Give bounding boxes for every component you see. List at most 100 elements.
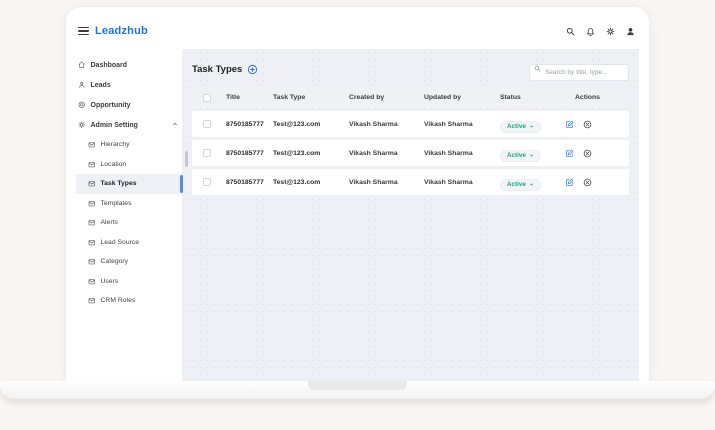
sidebar-item-crm-roles[interactable]: CRM Roles	[76, 291, 182, 311]
sidebar-item-opportunity[interactable]: Opportunity	[76, 95, 182, 115]
column-header-status: Status	[500, 94, 521, 101]
circle-x-icon	[583, 120, 592, 128]
task-types-table: Title Task Type Created by Updated by St…	[192, 87, 629, 195]
column-header-updated-by: Updated by	[424, 94, 462, 101]
search-icon	[534, 65, 541, 72]
page-title: Task Types	[192, 63, 243, 75]
sidebar-item-templates[interactable]: Templates	[76, 194, 182, 214]
cell-updated-by: Vikash Sharma	[424, 149, 473, 157]
sidebar-item-lead-source[interactable]: Lead Source	[76, 233, 182, 253]
row-checkbox[interactable]	[203, 178, 211, 186]
table-search	[529, 61, 629, 81]
sidebar-item-label: Users	[100, 277, 119, 285]
main-content: Task Types Title Task	[183, 49, 639, 381]
table-row: 8750185777 Test@123.com Vikash Sharma Vi…	[192, 140, 629, 166]
brand: Leadzhub	[78, 25, 148, 37]
cell-created-by: Vikash Sharma	[349, 120, 398, 128]
chevron-up-icon	[172, 121, 178, 129]
status-dropdown[interactable]: Active	[500, 178, 541, 191]
edit-button[interactable]	[565, 178, 574, 187]
cell-updated-by: Vikash Sharma	[424, 178, 473, 186]
target-icon	[78, 101, 85, 109]
app-logo: Leadzhub	[95, 25, 148, 37]
search-icon[interactable]	[566, 27, 575, 36]
laptop-notch	[308, 381, 407, 390]
sidebar-item-label: Category	[100, 258, 129, 266]
sidebar-item-label: Location	[100, 160, 127, 168]
sidebar-item-label: Dashboard	[90, 61, 128, 69]
envelope-icon	[88, 298, 95, 304]
status-badge: Active	[507, 123, 526, 130]
column-header-task-type: Task Type	[273, 94, 306, 101]
sidebar-item-admin-setting[interactable]: Admin Setting	[76, 115, 182, 135]
sidebar-item-location[interactable]: Location	[76, 155, 182, 175]
envelope-icon	[88, 181, 95, 187]
status-badge: Active	[507, 181, 526, 188]
plus-circle-icon	[248, 64, 258, 74]
sidebar-item-dashboard[interactable]: Dashboard	[76, 55, 182, 75]
toolbar: Task Types	[192, 59, 629, 81]
table-row: 8750185777 Test@123.com Vikash Sharma Vi…	[192, 111, 629, 137]
envelope-icon	[88, 278, 95, 284]
app-body: Dashboard Leads Opportunity Admin Settin…	[76, 49, 639, 381]
cell-updated-by: Vikash Sharma	[424, 120, 473, 128]
cell-created-by: Vikash Sharma	[349, 149, 398, 157]
add-task-type-button[interactable]	[247, 64, 258, 75]
disable-button[interactable]	[583, 178, 592, 187]
sidebar-item-task-types[interactable]: Task Types	[76, 174, 183, 194]
laptop-base	[0, 381, 715, 399]
envelope-icon	[88, 200, 95, 206]
row-checkbox[interactable]	[203, 149, 211, 157]
search-input[interactable]	[529, 63, 629, 81]
sidebar-item-label: Alerts	[100, 219, 118, 227]
cell-task-type: Test@123.com	[273, 149, 321, 157]
hamburger-menu-icon[interactable]	[78, 26, 89, 36]
sidebar-item-label: Lead Source	[100, 238, 140, 246]
sidebar-item-hierarchy[interactable]: Hierarchy	[76, 135, 182, 155]
circle-x-icon	[583, 178, 592, 186]
row-actions	[565, 120, 629, 129]
sidebar-item-label: CRM Roles	[100, 297, 136, 305]
bell-icon[interactable]	[586, 27, 595, 36]
user-icon	[79, 82, 85, 88]
table-header-row: Title Task Type Created by Updated by St…	[192, 87, 629, 108]
sidebar-item-label: Opportunity	[90, 101, 131, 109]
sidebar-item-leads[interactable]: Leads	[76, 75, 182, 95]
status-dropdown[interactable]: Active	[500, 120, 541, 133]
crm-app: Leadzhub Dashboard Leads Opportunity Adm…	[76, 7, 639, 381]
chevron-down-icon	[529, 125, 533, 128]
disable-button[interactable]	[583, 120, 592, 129]
header-icons	[566, 27, 635, 36]
cell-title: 8750185777	[226, 178, 264, 186]
envelope-icon	[88, 259, 95, 265]
app-header: Leadzhub	[76, 7, 639, 49]
edit-icon	[566, 149, 574, 157]
status-badge: Active	[507, 152, 526, 159]
edit-button[interactable]	[565, 149, 574, 158]
table-row: 8750185777 Test@123.com Vikash Sharma Vi…	[192, 169, 629, 195]
cell-task-type: Test@123.com	[273, 178, 321, 186]
sidebar-item-label: Templates	[100, 199, 132, 207]
chevron-down-icon	[529, 183, 533, 186]
sidebar-item-users[interactable]: Users	[76, 272, 182, 292]
envelope-icon	[88, 220, 95, 226]
envelope-icon	[88, 142, 95, 148]
home-icon	[78, 61, 85, 69]
sidebar-item-label: Task Types	[100, 180, 137, 188]
row-checkbox[interactable]	[203, 120, 211, 128]
user-icon[interactable]	[626, 27, 635, 36]
cell-title: 8750185777	[226, 149, 264, 157]
edit-button[interactable]	[565, 120, 574, 129]
sidebar-item-alerts[interactable]: Alerts	[76, 213, 182, 233]
scrollbar-thumb[interactable]	[185, 151, 188, 167]
column-header-title: Title	[226, 94, 240, 101]
select-all-checkbox[interactable]	[203, 93, 211, 102]
gear-icon[interactable]	[606, 27, 615, 36]
edit-icon	[566, 120, 574, 128]
sidebar-item-category[interactable]: Category	[76, 252, 182, 272]
status-dropdown[interactable]: Active	[500, 149, 541, 162]
row-actions	[565, 178, 629, 187]
sidebar-item-label: Hierarchy	[100, 141, 130, 149]
disable-button[interactable]	[583, 149, 592, 158]
circle-x-icon	[583, 149, 592, 157]
